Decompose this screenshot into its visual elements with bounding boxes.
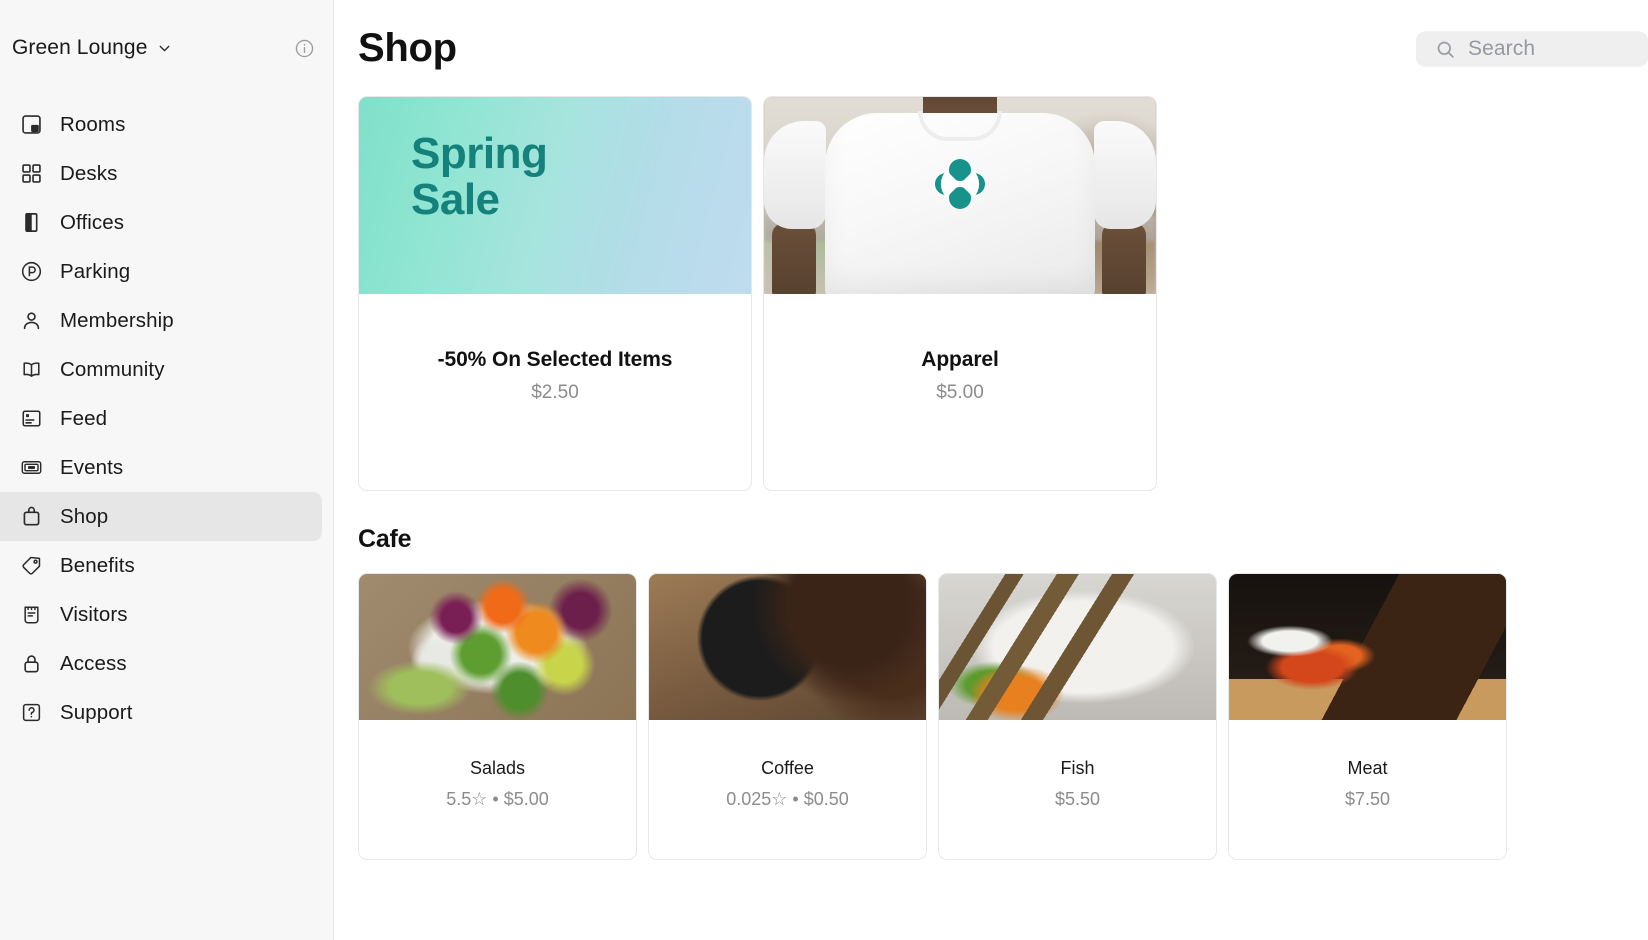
spring-sale-banner: Spring Sale bbox=[359, 97, 751, 294]
tag-icon bbox=[18, 553, 44, 579]
lock-icon bbox=[18, 651, 44, 677]
cafe-card-body: Meat $7.50 bbox=[1229, 720, 1506, 859]
desks-grid-icon bbox=[18, 161, 44, 187]
sidebar-item-community[interactable]: Community bbox=[0, 345, 322, 394]
feed-icon bbox=[18, 406, 44, 432]
chevron-down-icon[interactable] bbox=[156, 40, 173, 57]
promo-card-price: $5.00 bbox=[936, 382, 984, 403]
cafe-card-meta: 5.5☆ • $5.00 bbox=[446, 789, 549, 809]
apparel-photo bbox=[764, 97, 1156, 294]
info-circle-icon[interactable] bbox=[294, 38, 315, 59]
promo-card-body: Apparel $5.00 bbox=[764, 294, 1156, 490]
cafe-card-body: Fish $5.50 bbox=[939, 720, 1216, 859]
right-arm bbox=[1102, 223, 1146, 294]
sidebar-item-label: Benefits bbox=[60, 553, 135, 577]
section-title-cafe: Cafe bbox=[358, 525, 412, 553]
sidebar-item-label: Membership bbox=[60, 308, 174, 332]
apparel-scene bbox=[764, 97, 1156, 294]
fish-photo bbox=[939, 574, 1216, 720]
bag-icon bbox=[18, 504, 44, 530]
sidebar-item-label: Offices bbox=[60, 210, 125, 234]
promo-card-title: -50% On Selected Items bbox=[437, 348, 673, 371]
promo-card-spring-sale[interactable]: Spring Sale -50% On Selected Items $2.50 bbox=[358, 96, 752, 491]
sidebar-item-offices[interactable]: Offices bbox=[0, 198, 322, 247]
sidebar-item-label: Community bbox=[60, 357, 165, 381]
meat-photo bbox=[1229, 574, 1506, 720]
cafe-card-body: Salads 5.5☆ • $5.00 bbox=[359, 720, 636, 859]
workspace-header[interactable]: Green Lounge bbox=[0, 0, 333, 96]
sidebar-item-label: Events bbox=[60, 455, 124, 479]
banner-line-1: Spring bbox=[411, 129, 548, 178]
sidebar: Green Lounge Rooms Desks Offices Parking… bbox=[0, 0, 334, 940]
cafe-card-title: Coffee bbox=[761, 758, 814, 778]
cafe-card-title: Fish bbox=[1060, 758, 1095, 778]
cafe-card-fish[interactable]: Fish $5.50 bbox=[938, 573, 1217, 860]
left-arm bbox=[772, 223, 816, 294]
cafe-card-meta: $5.50 bbox=[1054, 789, 1101, 809]
right-sleeve bbox=[1094, 120, 1156, 229]
sidebar-item-label: Shop bbox=[60, 504, 109, 528]
cafe-card-meta: 0.025☆ • $0.50 bbox=[726, 789, 849, 809]
sidebar-nav: Rooms Desks Offices Parking Membership C… bbox=[0, 100, 333, 737]
sidebar-item-label: Feed bbox=[60, 406, 108, 430]
coffee-photo bbox=[649, 574, 926, 720]
cafe-card-meat[interactable]: Meat $7.50 bbox=[1228, 573, 1507, 860]
salad-image bbox=[359, 574, 636, 720]
cafe-card-title: Meat bbox=[1347, 758, 1388, 778]
promo-card-price: $2.50 bbox=[531, 382, 579, 403]
salad-photo bbox=[359, 574, 636, 720]
banner-line-2: Sale bbox=[411, 175, 500, 225]
sidebar-item-visitors[interactable]: Visitors bbox=[0, 590, 322, 639]
cafe-card-coffee[interactable]: Coffee 0.025☆ • $0.50 bbox=[648, 573, 927, 860]
spring-sale-text: Spring Sale bbox=[411, 129, 548, 225]
page-header: Shop Search bbox=[334, 0, 1648, 96]
parking-icon bbox=[18, 259, 44, 285]
promo-card-row: Spring Sale -50% On Selected Items $2.50 bbox=[358, 96, 1648, 491]
sidebar-item-access[interactable]: Access bbox=[0, 639, 322, 688]
page-title: Shop bbox=[358, 26, 457, 70]
sidebar-item-feed[interactable]: Feed bbox=[0, 394, 322, 443]
cafe-card-meta: $7.50 bbox=[1344, 789, 1391, 809]
sidebar-item-desks[interactable]: Desks bbox=[0, 149, 322, 198]
promo-card-body: -50% On Selected Items $2.50 bbox=[359, 294, 751, 490]
promo-card-title: Apparel bbox=[921, 348, 999, 371]
door-icon bbox=[18, 210, 44, 236]
clover-logo-icon bbox=[932, 156, 988, 212]
sidebar-item-benefits[interactable]: Benefits bbox=[0, 541, 322, 590]
cafe-card-title: Salads bbox=[469, 758, 526, 778]
search-icon bbox=[1435, 39, 1456, 60]
sidebar-item-label: Desks bbox=[60, 161, 118, 185]
ticket-icon bbox=[18, 455, 44, 481]
promo-card-apparel[interactable]: Apparel $5.00 bbox=[763, 96, 1157, 491]
cafe-card-salads[interactable]: Salads 5.5☆ • $5.00 bbox=[358, 573, 637, 860]
sidebar-item-shop[interactable]: Shop bbox=[0, 492, 322, 541]
clipboard-icon bbox=[18, 602, 44, 628]
left-sleeve bbox=[764, 120, 826, 229]
sidebar-item-label: Visitors bbox=[60, 602, 128, 626]
main-content: Shop Search Spring Sale -50% On Selected… bbox=[334, 0, 1648, 940]
cafe-card-body: Coffee 0.025☆ • $0.50 bbox=[649, 720, 926, 859]
cafe-card-row: Salads 5.5☆ • $5.00 Coffee 0.025☆ • $0.5… bbox=[358, 573, 1648, 860]
sidebar-item-label: Support bbox=[60, 700, 133, 724]
help-box-icon bbox=[18, 700, 44, 726]
rooms-icon bbox=[18, 112, 44, 138]
shop-content: Spring Sale -50% On Selected Items $2.50 bbox=[334, 96, 1648, 860]
sidebar-item-rooms[interactable]: Rooms bbox=[0, 100, 322, 149]
person-icon bbox=[18, 308, 44, 334]
sidebar-item-events[interactable]: Events bbox=[0, 443, 322, 492]
workspace-name: Green Lounge bbox=[12, 36, 148, 59]
book-icon bbox=[18, 357, 44, 383]
sidebar-item-support[interactable]: Support bbox=[0, 688, 322, 737]
fish-image bbox=[939, 574, 1216, 720]
sidebar-item-membership[interactable]: Membership bbox=[0, 296, 322, 345]
coffee-image bbox=[649, 574, 926, 720]
sidebar-item-label: Rooms bbox=[60, 112, 126, 136]
sidebar-item-label: Parking bbox=[60, 259, 131, 283]
search-input[interactable]: Search bbox=[1416, 31, 1648, 67]
sidebar-item-parking[interactable]: Parking bbox=[0, 247, 322, 296]
app-root: Green Lounge Rooms Desks Offices Parking… bbox=[0, 0, 1648, 940]
search-placeholder: Search bbox=[1468, 37, 1536, 60]
meat-image bbox=[1229, 574, 1506, 720]
sidebar-item-label: Access bbox=[60, 651, 127, 675]
